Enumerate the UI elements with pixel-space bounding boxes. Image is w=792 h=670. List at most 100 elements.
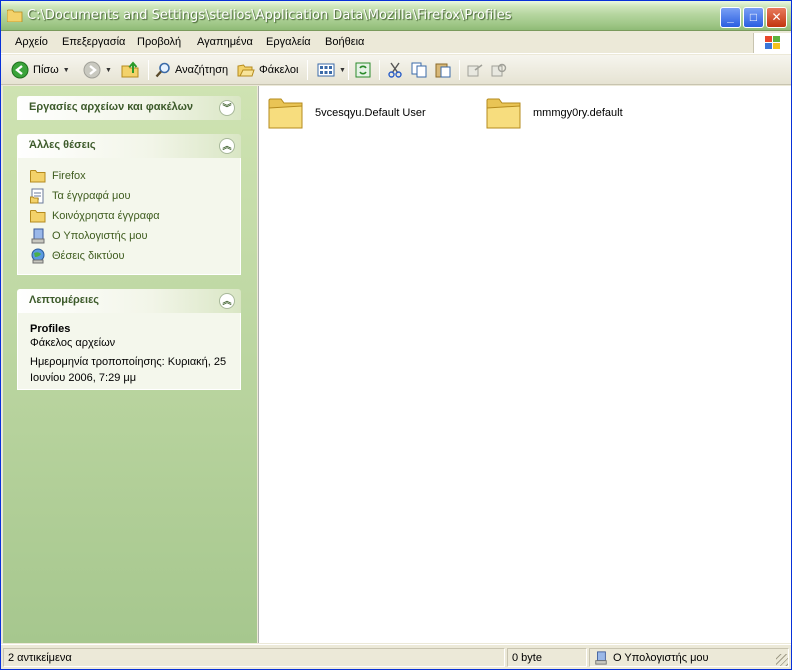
place-shared-documents[interactable]: Κοινόχρηστα έγγραφα — [30, 206, 228, 226]
back-button[interactable]: Πίσω ▼ — [11, 59, 70, 81]
refresh-icon — [355, 62, 371, 78]
toolbar-separator — [459, 60, 460, 80]
folders-icon — [237, 64, 255, 77]
status-objects-text: 2 αντικείμενα — [8, 651, 72, 664]
back-dropdown-icon[interactable]: ▼ — [63, 67, 70, 74]
search-button[interactable]: Αναζήτηση — [155, 59, 228, 81]
forward-arrow-icon — [83, 61, 101, 79]
back-arrow-icon — [11, 61, 29, 79]
toolbar-separator — [148, 60, 149, 80]
menu-view[interactable]: Προβολή — [137, 36, 181, 48]
cut-button[interactable] — [387, 59, 403, 81]
title-bar[interactable]: C:\Documents and Settings\stelios\Applic… — [1, 1, 791, 31]
details-panel: Λεπτομέρειες ︽ Profiles Φάκελος αρχείων … — [17, 289, 241, 390]
collapse-chevron-icon[interactable]: ︽ — [219, 138, 235, 154]
menu-file[interactable]: Αρχείο — [15, 36, 48, 48]
place-label[interactable]: Κοινόχρηστα έγγραφα — [52, 210, 160, 222]
menu-bar: Αρχείο Επεξεργασία Προβολή Αγαπημένα Εργ… — [1, 32, 791, 54]
details-name: Profiles — [30, 323, 71, 335]
explorer-window: C:\Documents and Settings\stelios\Applic… — [0, 0, 792, 670]
search-icon — [155, 62, 170, 78]
folder-icon — [268, 98, 303, 129]
my-computer-icon — [31, 228, 45, 244]
network-places-icon — [31, 248, 45, 264]
sync-button[interactable] — [355, 59, 371, 81]
folder-icon — [30, 210, 46, 223]
views-button[interactable]: ▼ — [317, 59, 346, 81]
folder-label: mmmgy0ry.default — [533, 107, 623, 119]
menu-help[interactable]: Βοήθεια — [325, 36, 364, 48]
expand-chevron-icon[interactable]: ︾ — [219, 100, 235, 116]
copy-icon — [411, 62, 427, 78]
folder-item[interactable]: 5vcesqyu.Default User — [267, 94, 426, 132]
window-title: C:\Documents and Settings\stelios\Applic… — [27, 8, 512, 23]
folder-label: 5vcesqyu.Default User — [315, 107, 426, 119]
menu-favorites[interactable]: Αγαπημένα — [197, 36, 253, 48]
other-places-panel: Άλλες θέσεις ︽ Firefox Τα έγγραφά μου Κο… — [17, 134, 241, 275]
copy-to-button[interactable] — [491, 59, 507, 81]
place-network-places[interactable]: Θέσεις δικτύου — [30, 246, 228, 266]
status-object-count: 2 αντικείμενα — [3, 648, 505, 667]
forward-dropdown-icon[interactable]: ▼ — [105, 67, 112, 74]
forward-button[interactable]: ▼ — [83, 59, 112, 81]
windows-logo-icon — [753, 33, 791, 53]
status-bar: 2 αντικείμενα 0 byte Ο Υπολογιστής μου — [1, 644, 791, 669]
folder-icon — [486, 98, 521, 129]
paste-button[interactable] — [435, 59, 451, 81]
up-folder-button[interactable] — [121, 59, 141, 81]
my-documents-icon — [30, 188, 44, 204]
folders-label: Φάκελοι — [259, 64, 299, 76]
folder-item[interactable]: mmmgy0ry.default — [485, 94, 623, 132]
place-label[interactable]: Θέσεις δικτύου — [52, 250, 125, 262]
menu-edit[interactable]: Επεξεργασία — [62, 36, 125, 48]
other-places-title: Άλλες θέσεις — [29, 139, 96, 151]
collapse-chevron-icon[interactable]: ︽ — [219, 293, 235, 309]
status-size-text: 0 byte — [512, 651, 542, 664]
copy-button[interactable] — [411, 59, 427, 81]
move-to-button[interactable] — [467, 59, 483, 81]
move-to-icon — [467, 64, 483, 77]
up-folder-icon — [121, 61, 139, 78]
other-places-header[interactable]: Άλλες θέσεις ︽ — [17, 134, 241, 158]
status-size: 0 byte — [507, 648, 587, 667]
copy-to-icon — [491, 63, 507, 77]
place-label[interactable]: Τα έγγραφά μου — [52, 190, 130, 202]
details-header[interactable]: Λεπτομέρειες ︽ — [17, 289, 241, 313]
resize-grip[interactable] — [776, 654, 788, 666]
file-list-area[interactable]: 5vcesqyu.Default User mmmgy0ry.default — [258, 86, 791, 643]
search-label: Αναζήτηση — [175, 64, 229, 76]
status-location: Ο Υπολογιστής μου — [589, 648, 789, 667]
place-label[interactable]: Firefox — [52, 170, 86, 182]
file-folder-tasks-header[interactable]: Εργασίες αρχείων και φακέλων ︾ — [17, 96, 241, 120]
views-dropdown-icon[interactable]: ▼ — [339, 67, 346, 74]
details-title: Λεπτομέρειες — [29, 294, 100, 306]
my-computer-icon — [595, 650, 607, 665]
toolbar: Πίσω ▼ ▼ Αναζήτηση Φάκελοι ▼ — [1, 55, 791, 85]
file-folder-tasks-panel: Εργασίες αρχείων και φακέλων ︾ — [17, 96, 241, 120]
folder-icon — [7, 9, 23, 22]
file-folder-tasks-title: Εργασίες αρχείων και φακέλων — [29, 101, 194, 113]
minimize-button[interactable]: _ — [720, 7, 741, 28]
maximize-button[interactable]: □ — [743, 7, 764, 28]
paste-icon — [435, 63, 451, 78]
toolbar-separator — [379, 60, 380, 80]
views-icon — [317, 63, 335, 77]
toolbar-separator — [348, 60, 349, 80]
menu-tools[interactable]: Εργαλεία — [266, 36, 311, 48]
details-modified-line1: Ημερομηνία τροποποίησης: Κυριακή, 25 — [30, 356, 227, 368]
cut-icon — [388, 62, 402, 78]
details-modified-line2: Ιουνίου 2006, 7:29 μμ — [30, 372, 137, 384]
place-my-documents[interactable]: Τα έγγραφά μου — [30, 186, 228, 206]
details-type: Φάκελος αρχείων — [30, 337, 116, 349]
folder-icon — [30, 170, 46, 183]
toolbar-separator — [307, 60, 308, 80]
close-button[interactable]: ✕ — [766, 7, 787, 28]
status-location-text: Ο Υπολογιστής μου — [613, 651, 709, 664]
place-label[interactable]: Ο Υπολογιστής μου — [52, 230, 148, 242]
place-my-computer[interactable]: Ο Υπολογιστής μου — [30, 226, 228, 246]
back-label: Πίσω — [33, 64, 59, 76]
other-places-list: Firefox Τα έγγραφά μου Κοινόχρηστα έγγρα… — [17, 158, 241, 275]
details-body: Profiles Φάκελος αρχείων Ημερομηνία τροπ… — [17, 313, 241, 390]
place-firefox[interactable]: Firefox — [30, 166, 228, 186]
folders-button[interactable]: Φάκελοι — [237, 59, 298, 81]
